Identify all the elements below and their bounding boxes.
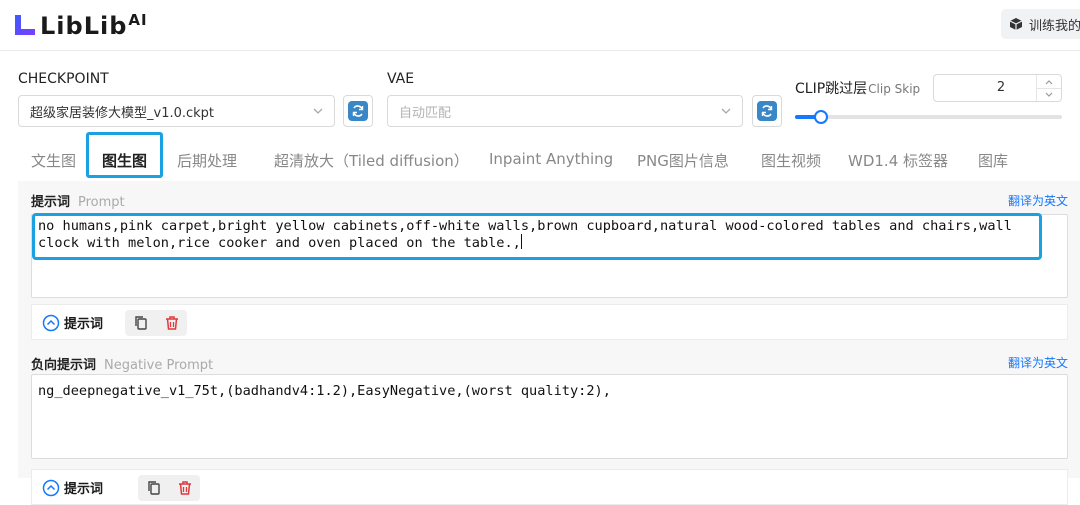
- clip-skip-slider[interactable]: [795, 110, 1062, 124]
- liblib-logo[interactable]: LibLibAI: [12, 9, 148, 41]
- tab-png-info[interactable]: PNG图片信息: [637, 150, 729, 171]
- logo-text: LibLibAI: [40, 10, 148, 40]
- negative-prompt-textarea[interactable]: ng_deepnegative_v1_75t,(badhandv4:1.2),E…: [31, 374, 1068, 459]
- active-tab-highlight: [86, 132, 163, 178]
- copy-icon[interactable]: [146, 480, 162, 496]
- delete-icon[interactable]: [177, 480, 193, 496]
- refresh-icon: [761, 105, 773, 117]
- clip-skip-value[interactable]: 2: [934, 75, 1038, 101]
- negative-collapse-toggle[interactable]: 提示词: [42, 478, 103, 497]
- negative-prompt-title: 负向提示词 Negative Prompt: [31, 358, 214, 373]
- tab-inpaint-anything[interactable]: Inpaint Anything: [489, 150, 613, 168]
- checkpoint-label: CHECKPOINT: [18, 71, 109, 87]
- prompt-highlight-box: [32, 213, 1042, 260]
- chevron-up-icon: [1045, 79, 1053, 84]
- logo-mark-icon: [12, 12, 38, 38]
- chevron-up-circle-icon: [42, 479, 60, 496]
- tab-tiled-diffusion[interactable]: 超清放大（Tiled diffusion）: [274, 150, 469, 171]
- train-model-label: 训练我的: [1029, 18, 1080, 34]
- tab-img2video[interactable]: 图生视频: [761, 150, 821, 171]
- chevron-down-icon: [721, 108, 731, 114]
- vae-placeholder: 自动匹配: [399, 105, 452, 121]
- delete-icon[interactable]: [164, 315, 180, 331]
- checkpoint-select[interactable]: 超级家居装修大模型_v1.0.ckpt: [18, 95, 335, 127]
- tab-txt2img[interactable]: 文生图: [31, 150, 76, 171]
- train-model-button[interactable]: 训练我的: [1001, 9, 1080, 39]
- negative-prompt-panel: 负向提示词 Negative Prompt 翻译为英文 ng_deepnegati…: [18, 347, 1080, 505]
- tab-wd14-tagger[interactable]: WD1.4 标签器: [848, 150, 948, 171]
- refresh-vae-button[interactable]: [752, 95, 782, 127]
- prompt-toolbar: 提示词: [31, 304, 1068, 340]
- cube-icon: [1009, 18, 1023, 30]
- tab-postprocess[interactable]: 后期处理: [177, 150, 237, 171]
- refresh-checkpoint-button[interactable]: [343, 95, 373, 127]
- checkpoint-value: 超级家居装修大模型_v1.0.ckpt: [30, 105, 215, 121]
- prompt-panel: 提示词 Prompt 翻译为英文 no humans,pink carpet,br…: [18, 181, 1080, 347]
- vae-select[interactable]: 自动匹配: [387, 95, 743, 127]
- decrement-button[interactable]: [1037, 88, 1061, 101]
- clip-skip-stepper[interactable]: 2: [933, 74, 1062, 102]
- prompt-collapse-toggle[interactable]: 提示词: [42, 313, 103, 332]
- translate-negative-link[interactable]: 翻译为英文: [1008, 354, 1068, 371]
- translate-prompt-link[interactable]: 翻译为英文: [1008, 192, 1068, 209]
- chevron-down-icon: [1045, 92, 1053, 97]
- slider-handle[interactable]: [814, 110, 828, 124]
- chevron-up-circle-icon: [42, 314, 60, 331]
- top-header: LibLibAI 训练我的: [0, 0, 1080, 51]
- prompt-title: 提示词 Prompt: [31, 195, 125, 210]
- clip-skip-label: CLIP跳过层Clip Skip: [795, 81, 921, 97]
- tab-gallery[interactable]: 图库: [978, 150, 1008, 171]
- vae-label: VAE: [387, 71, 415, 87]
- negative-toolbar: 提示词: [31, 469, 1068, 505]
- refresh-icon: [352, 105, 364, 117]
- increment-button[interactable]: [1037, 75, 1061, 89]
- copy-icon[interactable]: [133, 315, 149, 331]
- chevron-down-icon: [313, 108, 323, 114]
